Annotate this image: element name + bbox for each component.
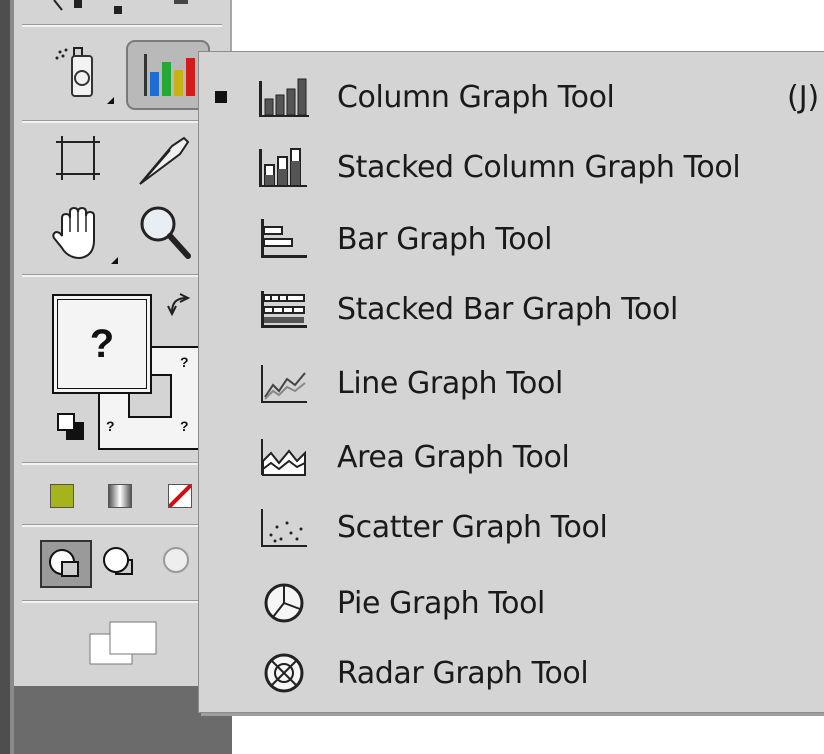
slice-knife-icon [139,136,190,185]
cut-off-tool-icon[interactable] [48,0,88,14]
bar-graph-icon [257,215,311,263]
menu-item-label: Column Graph Tool [337,79,615,115]
menu-item-label: Area Graph Tool [337,439,570,475]
menu-item-radar-graph[interactable]: Radar Graph Tool [199,638,824,708]
menu-item-line-graph[interactable]: Line Graph Tool [199,348,824,418]
menu-item-bar-graph[interactable]: Bar Graph Tool [199,204,824,274]
flyout-indicator-icon [107,97,114,104]
flyout-indicator-icon [111,257,118,264]
menu-item-scatter-graph[interactable]: Scatter Graph Tool [199,492,824,562]
selected-bullet-icon [215,91,227,103]
cut-off-tool-icon-3[interactable] [172,0,192,10]
tools-separator [22,524,222,527]
default-fill-stroke-button[interactable] [54,410,90,444]
swap-fill-stroke-button[interactable] [164,290,194,318]
menu-item-column-graph[interactable]: Column Graph Tool (J) [199,62,824,132]
menu-item-label: Stacked Bar Graph Tool [337,291,678,327]
draw-behind-icon [103,547,133,575]
symbol-sprayer-tool[interactable] [50,44,114,106]
column-graph-colored-icon [144,54,195,96]
menu-item-shortcut: (J) [787,79,820,115]
menu-item-stacked-column-graph[interactable]: Stacked Column Graph Tool [199,132,824,202]
zoom-magnifier-icon [140,206,191,259]
stacked-bar-graph-icon [257,285,311,333]
menu-item-label: Pie Graph Tool [337,585,545,621]
tools-separator [22,274,222,277]
artboard-tool[interactable] [50,130,110,190]
color-mode-button[interactable] [50,484,74,508]
line-graph-icon [257,359,311,407]
draw-behind-button[interactable] [96,540,144,584]
tools-separator [22,600,222,603]
area-graph-icon [257,433,311,481]
menu-item-area-graph[interactable]: Area Graph Tool [199,422,824,492]
column-graph-icon [257,73,311,121]
hand-tool[interactable] [46,200,118,268]
radar-graph-icon [257,649,311,697]
menu-item-pie-graph[interactable]: Pie Graph Tool [199,568,824,638]
window-edge [0,0,10,754]
swap-arrow-icon [167,293,191,317]
tools-separator [22,24,222,27]
menu-item-label: Bar Graph Tool [337,221,553,257]
menu-item-label: Scatter Graph Tool [337,509,608,545]
menu-item-stacked-bar-graph[interactable]: Stacked Bar Graph Tool [199,274,824,344]
none-mode-button[interactable] [168,484,192,508]
draw-inside-button[interactable] [156,540,196,584]
zoom-tool[interactable] [134,200,194,266]
draw-normal-button[interactable] [40,540,92,588]
stroke-unknown-label: ? [106,418,115,434]
none-slash-icon [169,485,191,507]
tools-separator [22,462,222,465]
scatter-graph-icon [257,503,311,551]
menu-item-label: Radar Graph Tool [337,655,589,691]
artboard-icon [56,136,100,180]
fill-swatch[interactable]: ? [52,294,152,394]
default-colors-icon [57,413,84,440]
fill-unknown-label: ? [89,321,115,366]
stacked-column-graph-icon [257,143,311,191]
hand-icon [52,206,95,260]
stroke-unknown-label-3: ? [180,354,189,370]
symbol-sprayer-icon [55,47,93,97]
menu-item-label: Line Graph Tool [337,365,563,401]
graph-tools-flyout-menu: Column Graph Tool (J) Stacked Column Gra… [198,51,824,713]
screen-mode-icon [89,621,157,665]
gradient-mode-button[interactable] [108,484,132,508]
screen-mode-button[interactable] [86,616,162,672]
draw-inside-icon [163,547,189,573]
cut-off-tool-icon-2[interactable] [112,4,126,14]
slice-tool[interactable] [132,128,194,190]
pie-graph-icon [257,579,311,627]
draw-normal-icon [49,549,79,577]
stroke-unknown-label-2: ? [180,418,189,434]
menu-item-label: Stacked Column Graph Tool [337,149,741,185]
tools-separator [22,120,222,123]
